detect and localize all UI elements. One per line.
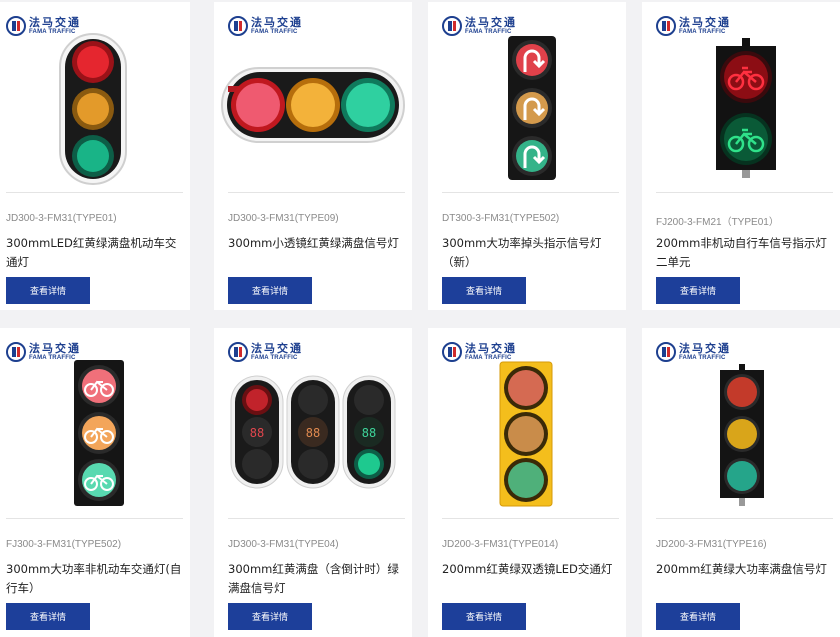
card-divider [656,518,833,519]
product-model: FJ300-3-FM31(TYPE502) [6,539,122,550]
svg-text:88: 88 [362,426,376,440]
product-model: FJ200-3-FM21（TYPE01） [656,217,779,228]
card-divider [228,518,405,519]
card-divider [6,192,183,193]
view-details-button[interactable]: 查看详情 [228,603,312,630]
product-image-yellow-housing-light[interactable] [428,358,626,513]
view-details-button[interactable]: 查看详情 [6,277,90,304]
product-model: DT300-3-FM31(TYPE502) [442,213,560,224]
product-card[interactable]: 法马交通 FAMA TRAFFIC JD200-3-FM31(TYPE014) 2… [428,328,626,637]
product-model: JD200-3-FM31(TYPE16) [656,539,767,550]
product-card[interactable]: 法马交通 FAMA TRAFFIC JD200-3-FM31(TYPE16) 20… [642,328,840,637]
brand-name-cn: 法马交通 [465,342,517,355]
product-title[interactable]: 300mm大功率掉头指示信号灯（新） [442,234,622,272]
product-model: JD300-3-FM31(TYPE04) [228,539,339,550]
product-model: JD300-3-FM31(TYPE09) [228,213,339,224]
card-divider [442,518,619,519]
product-card[interactable]: 法马交通 FAMA TRAFFIC FJ300-3-FM31(TYPE502) 3… [0,328,190,637]
brand-name-cn: 法马交通 [29,16,81,29]
card-divider [442,192,619,193]
product-image-three-round-light[interactable] [0,32,190,187]
card-divider [656,192,833,193]
brand-name-cn: 法马交通 [679,342,731,355]
view-details-button[interactable]: 查看详情 [442,603,526,630]
view-details-button[interactable]: 查看详情 [656,603,740,630]
card-divider [228,192,405,193]
product-card[interactable]: 法马交通 FAMA TRAFFIC JD300-3-FM31(TYPE01) 30… [0,2,190,310]
svg-text:88: 88 [306,426,320,440]
product-title[interactable]: 200mm红黄绿大功率满盘信号灯 [656,560,836,579]
view-details-button[interactable]: 查看详情 [442,277,526,304]
brand-name-cn: 法马交通 [465,16,517,29]
product-model: JD200-3-FM31(TYPE014) [442,539,559,550]
view-details-button[interactable]: 查看详情 [228,277,312,304]
product-image-black-compact-light[interactable] [642,358,840,513]
brand-name-cn: 法马交通 [29,342,81,355]
product-image-horizontal-light[interactable] [214,32,412,187]
product-image-u-turn-light[interactable] [428,32,626,187]
view-details-button[interactable]: 查看详情 [6,603,90,630]
svg-text:88: 88 [250,426,264,440]
product-model: JD300-3-FM31(TYPE01) [6,213,117,224]
product-image-bicycle-three-unit-light[interactable] [0,358,190,513]
product-card[interactable]: 法马交通 FAMA TRAFFIC FJ200-3-FM21（TYPE01） 20… [642,2,840,310]
product-card[interactable]: 法马交通 FAMA TRAFFIC 88 88 88 JD300-3-FM31(T… [214,328,412,637]
card-divider [6,518,183,519]
view-details-button[interactable]: 查看详情 [656,277,740,304]
brand-name-cn: 法马交通 [251,342,303,355]
brand-name-cn: 法马交通 [251,16,303,29]
product-title[interactable]: 300mmLED红黄绿满盘机动车交通灯 [6,234,186,272]
product-image-countdown-light-set[interactable]: 88 88 88 [214,358,412,513]
brand-name-cn: 法马交通 [679,16,731,29]
product-title[interactable]: 200mm红黄绿双透镜LED交通灯 [442,560,622,579]
product-image-bicycle-two-unit-light[interactable] [642,32,840,187]
product-title[interactable]: 300mm大功率非机动车交通灯(自行车） [6,560,186,598]
product-title[interactable]: 200mm非机动自行车信号指示灯二单元 [656,234,836,272]
product-card[interactable]: 法马交通 FAMA TRAFFIC DT300-3-FM31(TYPE502) 3… [428,2,626,310]
product-title[interactable]: 300mm小透镜红黄绿满盘信号灯 [228,234,408,253]
product-card[interactable]: 法马交通 FAMA TRAFFIC JD300-3-FM31(TYPE09) 30… [214,2,412,310]
product-title[interactable]: 300mm红黄满盘（含倒计时）绿满盘信号灯 [228,560,408,598]
